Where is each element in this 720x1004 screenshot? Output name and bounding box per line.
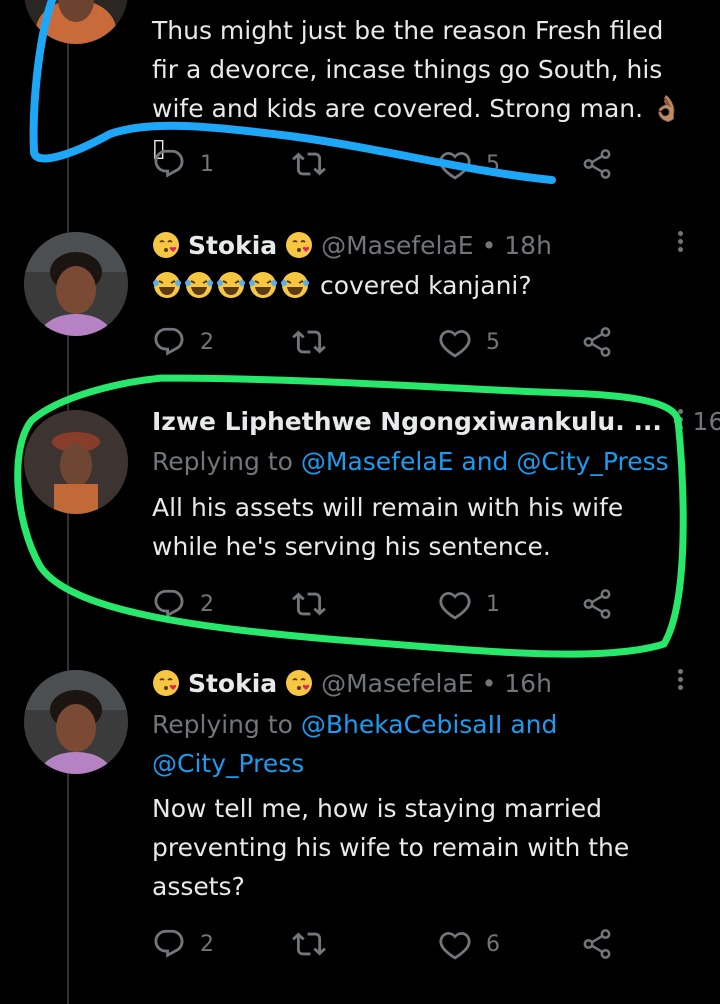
replying-to: Replying to @BhekaCebisaII and [152,706,690,744]
share-button[interactable] [580,924,614,964]
more-icon [677,231,683,236]
like-button[interactable]: 5 [438,144,500,184]
share-icon [583,929,611,959]
mention-link[interactable]: @BhekaCebisaII [301,710,502,739]
more-icon [677,669,683,674]
share-icon [583,589,611,619]
user-handle[interactable]: @MasefelaE [321,669,474,698]
separator-dot: • [481,231,497,260]
user-handle[interactable]: @MasefelaE [321,231,474,260]
share-icon [583,149,611,179]
kissing-heart-emoji [286,670,313,696]
reply-icon [154,149,184,178]
retweet-icon [292,932,326,956]
tears-of-joy-emoji [281,272,309,298]
tweet-header: Izwe Liphethwe Ngongxiwankulu. ... • 16h [152,404,720,440]
mention-link[interactable]: @MasefelaE [301,447,454,476]
timestamp[interactable]: 16h [693,407,720,436]
heart-icon [439,151,471,180]
tears-of-joy-emoji [185,272,213,298]
tweet-4[interactable]: Stokia @MasefelaE • 16h Replying to @Bhe… [0,650,720,1004]
timestamp[interactable]: 18h [504,231,552,260]
reply-button[interactable]: 1 [152,144,214,184]
avatar[interactable] [24,232,128,336]
kissing-heart-emoji [153,232,179,258]
share-icon [583,327,611,357]
tears-of-joy-emoji [249,272,277,298]
reply-button[interactable]: 2 [152,924,214,964]
share-button[interactable] [580,584,614,624]
reply-icon [154,589,184,618]
retweet-icon [292,592,326,616]
reply-button[interactable]: 2 [152,584,214,624]
retweet-button[interactable] [292,584,326,624]
tweet-body: covered kanjani? [152,266,690,305]
display-name[interactable]: Izwe Liphethwe Ngongxiwankulu. ... [152,407,662,436]
tweet-actions: 2 1 [152,584,622,624]
tweet-actions: 2 6 [152,924,622,964]
reply-count: 1 [200,151,214,177]
tweet-actions: 2 5 [152,322,622,362]
replying-prefix: Replying to [152,710,301,739]
like-count: 5 [486,329,500,355]
retweet-button[interactable] [292,322,326,362]
reply-icon [154,327,184,356]
retweet-icon [292,152,326,176]
display-name[interactable]: Stokia [188,231,277,260]
retweet-button[interactable] [292,144,326,184]
avatar[interactable] [24,670,128,774]
tweet-text: All his assets will remain with his wife… [152,493,624,561]
retweet-icon [292,330,326,354]
display-name[interactable]: Stokia [188,669,277,698]
reply-button[interactable]: 2 [152,322,214,362]
reply-count: 2 [200,329,214,355]
reply-icon [154,929,184,958]
heart-icon [439,931,471,960]
tears-of-joy-emoji [217,272,245,298]
tweet-3[interactable]: Izwe Liphethwe Ngongxiwankulu. ... • 16h… [0,380,720,650]
avatar[interactable] [24,410,128,514]
share-button[interactable] [580,322,614,362]
tears-of-joy-emoji [153,272,181,298]
tweet-header: Stokia @MasefelaE • 18h [152,228,720,264]
timestamp[interactable]: 16h [504,669,552,698]
reply-count: 2 [200,591,214,617]
kissing-heart-emoji [153,670,179,696]
like-count: 1 [486,591,500,617]
kissing-heart-emoji [286,232,313,258]
reply-count: 2 [200,931,214,957]
tweet-1[interactable]: Thus might just be the reason Fresh file… [0,0,720,200]
like-button[interactable]: 5 [438,322,500,362]
tweet-header: Stokia @MasefelaE • 16h [152,666,720,702]
more-options-button[interactable] [670,666,690,696]
like-count: 6 [486,931,500,957]
avatar[interactable] [24,0,128,44]
mention-link[interactable]: @City_Press [516,447,668,476]
like-count: 5 [486,151,500,177]
retweet-button[interactable] [292,924,326,964]
tweet-text: Now tell me, how is staying married prev… [152,794,630,901]
heart-icon [439,591,471,620]
heart-icon [439,329,471,358]
more-icon [677,409,683,414]
like-button[interactable]: 6 [438,924,500,964]
more-options-button[interactable] [670,406,690,436]
share-button[interactable] [580,144,614,184]
separator-dot: • [481,669,497,698]
mention-link[interactable]: @City_Press [152,749,304,778]
replying-prefix: Replying to [152,447,301,476]
replying-and: and [502,710,558,739]
tweet-text: covered kanjani? [319,271,532,300]
more-options-button[interactable] [670,228,690,258]
replying-and: and [453,447,517,476]
tweet-actions: 1 5 [152,144,622,184]
like-button[interactable]: 1 [438,584,500,624]
replying-to-continued: @City_Press [152,745,690,783]
replying-to: Replying to @MasefelaE and @City_Press [152,443,680,481]
tweet-2[interactable]: Stokia @MasefelaE • 18h covered kanjani?… [0,200,720,380]
